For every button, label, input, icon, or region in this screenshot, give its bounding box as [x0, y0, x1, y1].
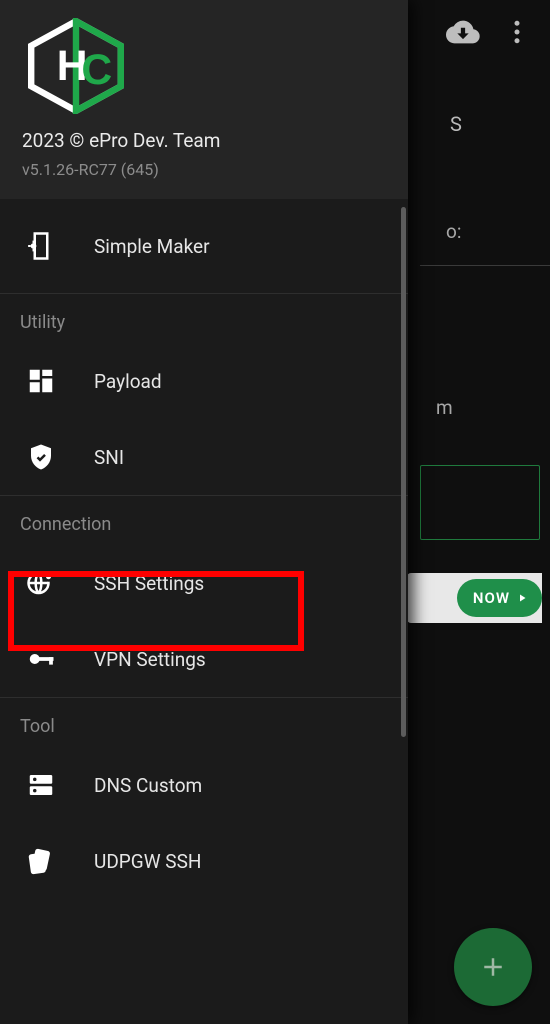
- menu-dns-custom[interactable]: DNS Custom: [0, 747, 408, 823]
- bg-text-1: S: [450, 112, 462, 136]
- drawer-version: v5.1.26-RC77 (645): [22, 160, 388, 179]
- vpn-key-icon: [26, 644, 94, 674]
- play-icon: [516, 592, 528, 604]
- bg-text-3: m: [436, 396, 453, 419]
- menu-label: DNS Custom: [94, 774, 202, 797]
- drawer-copyright: 2023 © ePro Dev. Team: [22, 128, 388, 154]
- menu-udpgw-ssh[interactable]: UDPGW SSH: [0, 823, 408, 899]
- menu-label: Simple Maker: [94, 235, 210, 258]
- plus-icon: [478, 952, 508, 982]
- bg-text-2: o:: [446, 220, 461, 243]
- cloud-download-icon[interactable]: [446, 15, 480, 53]
- app-root: S o: m NOW H C 2023 © ePro Dev. Team v5.…: [0, 0, 550, 1024]
- section-connection: Connection: [0, 496, 408, 545]
- menu-vpn-settings[interactable]: VPN Settings: [0, 621, 408, 697]
- simple-maker-icon: [26, 231, 94, 261]
- dns-icon: [26, 770, 94, 800]
- topbar: [430, 14, 550, 54]
- menu-label: SNI: [94, 446, 124, 469]
- section-utility: Utility: [0, 294, 408, 343]
- now-button-label: NOW: [473, 589, 510, 607]
- drawer-scrollbar[interactable]: [401, 207, 406, 737]
- menu-ssh-settings[interactable]: SSH Settings: [0, 545, 408, 621]
- menu-simple-maker[interactable]: Simple Maker: [0, 199, 408, 293]
- menu-label: UDPGW SSH: [94, 850, 201, 873]
- svg-text:C: C: [81, 46, 112, 94]
- drawer-scroll-area: Simple Maker Utility Payload SNI Connect…: [0, 199, 408, 1024]
- menu-label: Payload: [94, 370, 162, 393]
- globe-gear-icon: [26, 568, 94, 598]
- app-logo-icon: H C: [22, 18, 130, 114]
- section-tool: Tool: [0, 698, 408, 747]
- drawer-header: H C 2023 © ePro Dev. Team v5.1.26-RC77 (…: [0, 0, 408, 199]
- menu-label: SSH Settings: [94, 572, 204, 595]
- now-button[interactable]: NOW: [457, 579, 542, 617]
- shield-check-icon: [26, 442, 94, 472]
- style-icon: [26, 846, 94, 876]
- bg-outlined-box[interactable]: [420, 465, 540, 540]
- menu-sni[interactable]: SNI: [0, 419, 408, 495]
- fab-add[interactable]: [454, 928, 532, 1006]
- more-vert-icon[interactable]: [502, 17, 532, 51]
- dashboard-icon: [26, 366, 94, 396]
- bg-now-container: NOW: [407, 573, 542, 623]
- menu-label: VPN Settings: [94, 648, 206, 671]
- menu-payload[interactable]: Payload: [0, 343, 408, 419]
- nav-drawer: H C 2023 © ePro Dev. Team v5.1.26-RC77 (…: [0, 0, 408, 1024]
- bg-underline: [420, 265, 550, 266]
